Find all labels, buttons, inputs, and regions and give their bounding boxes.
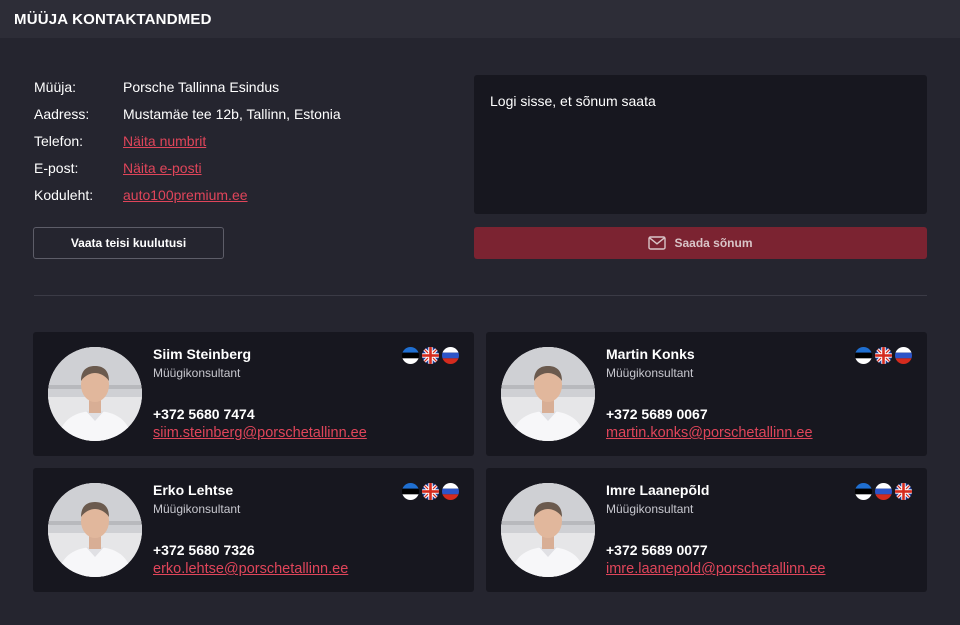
consultant-role: Müügikonsultant (153, 502, 241, 516)
consultant-role: Müügikonsultant (606, 366, 694, 380)
consultant-email-link[interactable]: erko.lehtse@porschetallinn.ee (153, 561, 348, 577)
consultant-email-link[interactable]: siim.steinberg@porschetallinn.ee (153, 425, 367, 441)
website-label: Koduleht: (34, 186, 94, 203)
consultant-phone: +372 5680 7326 (153, 542, 255, 558)
email-label: E-post: (34, 159, 79, 176)
consultant-name: Martin Konks (606, 346, 695, 362)
send-message-label: Saada sõnum (674, 236, 753, 250)
seller-label: Müüja: (34, 78, 77, 95)
section-header: MÜÜJA KONTAKTANDMED (0, 0, 960, 38)
consultant-card: Martin Konks Müügikonsultant +372 5689 0… (486, 332, 927, 456)
consultant-role: Müügikonsultant (606, 502, 694, 516)
russia-flag-icon (442, 483, 459, 500)
phone-label: Telefon: (34, 132, 84, 149)
consultant-phone: +372 5689 0077 (606, 542, 708, 558)
email-row: E-post: Näita e-posti (34, 154, 341, 181)
uk-flag-icon (875, 347, 892, 364)
message-placeholder: Logi sisse, et sõnum saata (490, 93, 656, 109)
uk-flag-icon (422, 483, 439, 500)
avatar (48, 347, 142, 441)
consultant-phone: +372 5689 0067 (606, 406, 708, 422)
message-box[interactable]: Logi sisse, et sõnum saata (474, 75, 927, 214)
website-row: Koduleht: auto100premium.ee (34, 181, 341, 208)
address-label: Aadress: (34, 105, 90, 122)
estonia-flag-icon (402, 483, 419, 500)
russia-flag-icon (895, 347, 912, 364)
language-flags (855, 347, 912, 364)
consultant-name: Imre Laanepõld (606, 482, 710, 498)
avatar (48, 483, 142, 577)
send-message-button[interactable]: Saada sõnum (474, 227, 927, 259)
consultant-name: Siim Steinberg (153, 346, 252, 362)
consultant-phone: +372 5680 7474 (153, 406, 255, 422)
show-phone-link[interactable]: Näita numbrit (123, 133, 206, 149)
other-ads-button[interactable]: Vaata teisi kuulutusi (33, 227, 224, 259)
show-email-link[interactable]: Näita e-posti (123, 160, 202, 176)
consultant-name: Erko Lehtse (153, 482, 234, 498)
section-title: MÜÜJA KONTAKTANDMED (14, 10, 212, 28)
estonia-flag-icon (855, 483, 872, 500)
avatar (501, 347, 595, 441)
consultant-card: Siim Steinberg Müügikonsultant +372 5680… (33, 332, 474, 456)
avatar (501, 483, 595, 577)
envelope-icon (648, 236, 667, 250)
consultant-role: Müügikonsultant (153, 366, 241, 380)
consultant-card: Erko Lehtse Müügikonsultant +372 5680 73… (33, 468, 474, 592)
language-flags (402, 483, 459, 500)
uk-flag-icon (895, 483, 912, 500)
address-row: Aadress: Mustamäe tee 12b, Tallinn, Esto… (34, 100, 341, 127)
estonia-flag-icon (402, 347, 419, 364)
consultant-card: Imre Laanepõld Müügikonsultant +372 5689… (486, 468, 927, 592)
consultant-email-link[interactable]: imre.laanepold@porschetallinn.ee (606, 561, 825, 577)
address-value: Mustamäe tee 12b, Tallinn, Estonia (123, 105, 341, 122)
russia-flag-icon (875, 483, 892, 500)
russia-flag-icon (442, 347, 459, 364)
estonia-flag-icon (855, 347, 872, 364)
consultant-email-link[interactable]: martin.konks@porschetallinn.ee (606, 425, 813, 441)
seller-name: Porsche Tallinna Esindus (123, 78, 280, 95)
website-link[interactable]: auto100premium.ee (123, 187, 248, 203)
phone-row: Telefon: Näita numbrit (34, 127, 341, 154)
divider (34, 295, 927, 296)
language-flags (402, 347, 459, 364)
uk-flag-icon (422, 347, 439, 364)
seller-info: Müüja: Porsche Tallinna Esindus Aadress:… (34, 73, 341, 208)
seller-row: Müüja: Porsche Tallinna Esindus (34, 73, 341, 100)
language-flags (855, 483, 912, 500)
